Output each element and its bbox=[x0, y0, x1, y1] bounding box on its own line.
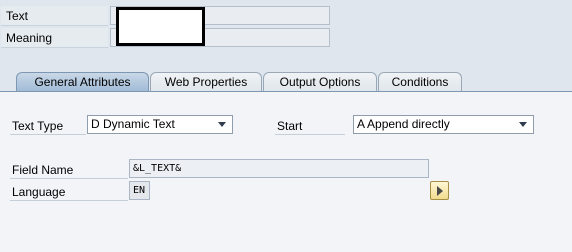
redaction-box bbox=[116, 7, 205, 46]
language-field[interactable]: EN bbox=[129, 181, 150, 200]
tab-strip: General Attributes Web Properties Output… bbox=[0, 72, 572, 92]
start-label: Start bbox=[275, 117, 345, 135]
chevron-down-icon[interactable] bbox=[218, 122, 226, 127]
language-navigate-button[interactable] bbox=[430, 181, 449, 200]
chevron-down-icon[interactable] bbox=[519, 122, 527, 127]
triangle-right-icon bbox=[437, 186, 443, 196]
start-dropdown[interactable]: A Append directly bbox=[353, 115, 534, 134]
tab-web-properties[interactable]: Web Properties bbox=[150, 72, 262, 92]
language-label: Language bbox=[10, 183, 128, 201]
start-value: A Append directly bbox=[357, 117, 450, 131]
meaning-label: Meaning bbox=[1, 28, 108, 48]
text-label: Text bbox=[1, 6, 108, 26]
field-name-field[interactable]: &L_TEXT& bbox=[129, 159, 429, 178]
tab-conditions[interactable]: Conditions bbox=[378, 72, 462, 92]
field-name-label: Field Name bbox=[10, 161, 128, 179]
tab-general-attributes[interactable]: General Attributes bbox=[16, 72, 149, 92]
tab-output-options[interactable]: Output Options bbox=[263, 72, 377, 92]
text-type-label: Text Type bbox=[10, 117, 86, 135]
text-type-dropdown[interactable]: D Dynamic Text bbox=[87, 115, 233, 134]
text-type-value: D Dynamic Text bbox=[91, 117, 175, 131]
